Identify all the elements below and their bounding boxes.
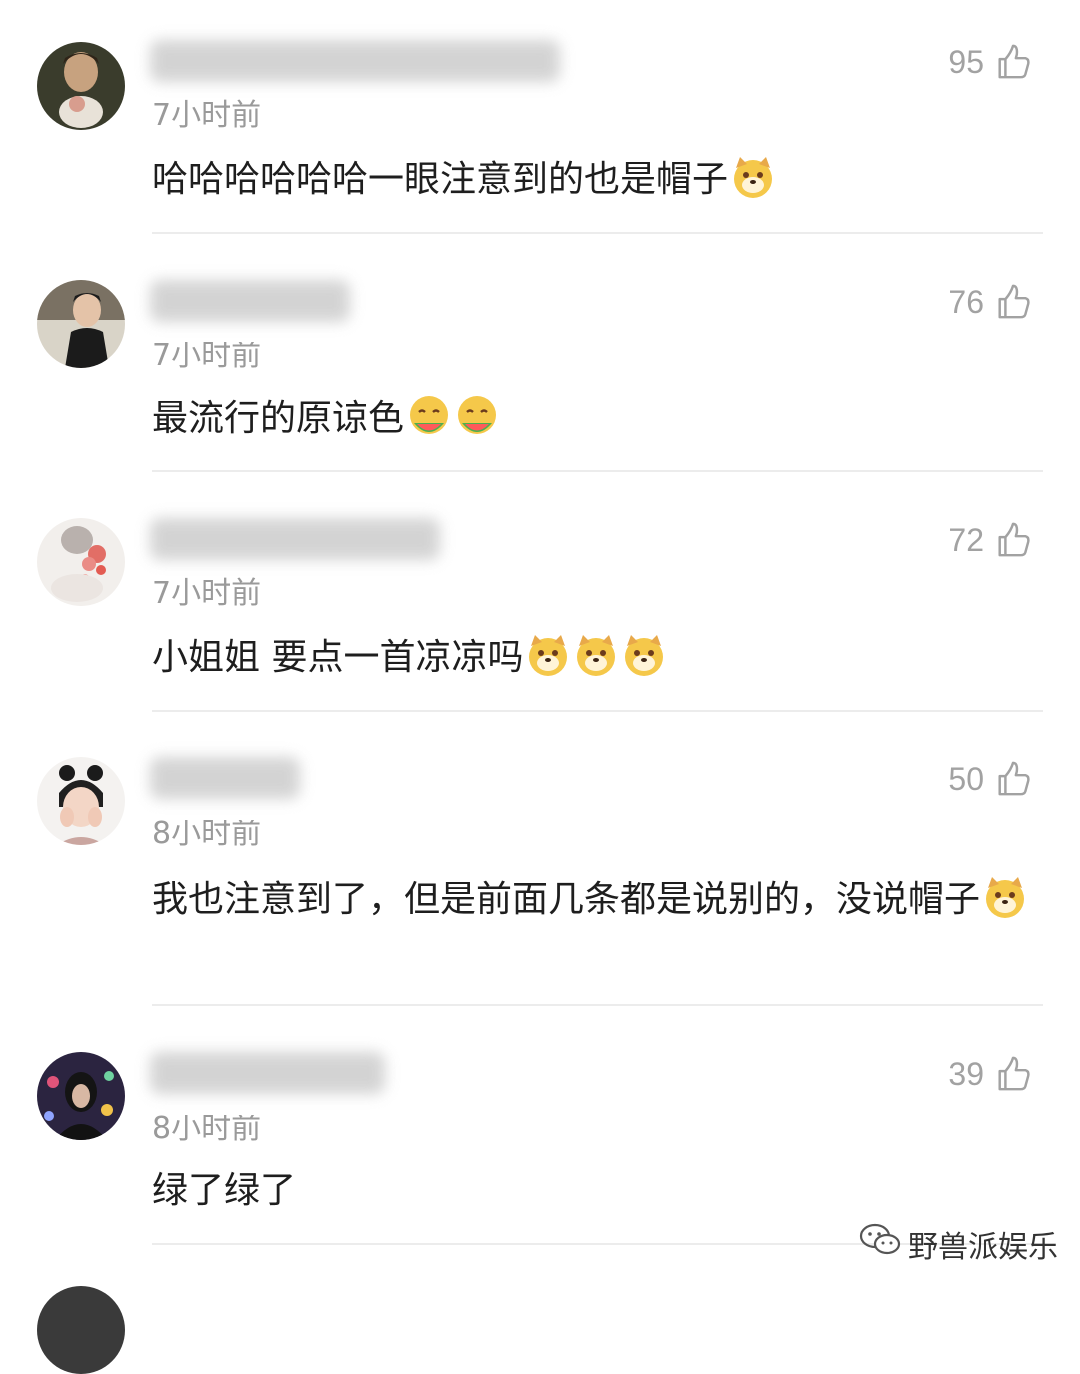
comment-body: 绿了绿了 <box>152 1170 297 1211</box>
divider <box>152 710 1043 712</box>
avatar[interactable] <box>37 280 125 368</box>
like-count: 39 <box>948 1055 984 1092</box>
like-control[interactable]: 39 <box>948 1052 1032 1096</box>
divider <box>152 470 1043 472</box>
wechat-icon <box>858 1222 908 1266</box>
comment-time: 7小时前 <box>152 338 262 373</box>
comment-time: 7小时前 <box>152 576 262 611</box>
username-blurred[interactable] <box>150 1052 385 1094</box>
like-control[interactable]: 72 <box>948 518 1032 562</box>
comment-body: 我也注意到了，但是前面几条都是说别的，没说帽子 <box>152 879 981 920</box>
comment-text: 小姐姐 要点一首凉凉吗 <box>152 632 1032 684</box>
like-count: 50 <box>948 760 984 797</box>
melon-eating-emoji <box>406 393 452 439</box>
comment-time: 8小时前 <box>152 1111 262 1146</box>
avatar[interactable] <box>37 1052 125 1140</box>
comment-text: 哈哈哈哈哈哈一眼注意到的也是帽子 <box>152 154 1032 206</box>
comment-body: 最流行的原谅色 <box>152 398 405 439</box>
comment-text: 绿了绿了 <box>152 1165 1032 1217</box>
doge-emoji <box>573 632 619 678</box>
watermark: 野兽派娱乐 <box>858 1222 1058 1266</box>
watermark-label: 野兽派娱乐 <box>908 1230 1058 1265</box>
comment-body: 哈哈哈哈哈哈一眼注意到的也是帽子 <box>152 159 729 200</box>
doge-emoji <box>982 874 1028 920</box>
avatar[interactable] <box>37 1286 125 1374</box>
doge-emoji <box>621 632 667 678</box>
like-count: 72 <box>948 521 984 558</box>
comment-text: 最流行的原谅色 <box>152 393 1032 445</box>
comment-body: 小姐姐 要点一首凉凉吗 <box>152 637 524 678</box>
username-blurred[interactable] <box>150 40 560 82</box>
thumbs-up-icon[interactable] <box>994 283 1032 321</box>
melon-eating-emoji <box>454 393 500 439</box>
avatar[interactable] <box>37 42 125 130</box>
doge-emoji <box>525 632 571 678</box>
like-count: 95 <box>948 43 984 80</box>
like-control[interactable]: 50 <box>948 757 1032 801</box>
thumbs-up-icon[interactable] <box>994 521 1032 559</box>
like-count: 76 <box>948 283 984 320</box>
avatar[interactable] <box>37 757 125 845</box>
thumbs-up-icon[interactable] <box>994 1055 1032 1093</box>
divider <box>152 1004 1043 1006</box>
thumbs-up-icon[interactable] <box>994 43 1032 81</box>
divider <box>152 232 1043 234</box>
comment-time: 8小时前 <box>152 816 262 851</box>
avatar[interactable] <box>37 518 125 606</box>
comment-time: 7小时前 <box>152 98 262 133</box>
thumbs-up-icon[interactable] <box>994 760 1032 798</box>
username-blurred[interactable] <box>150 757 300 799</box>
like-control[interactable]: 76 <box>948 280 1032 324</box>
comment-text: 我也注意到了，但是前面几条都是说别的，没说帽子 <box>152 874 1032 926</box>
doge-emoji <box>730 154 776 200</box>
like-control[interactable]: 95 <box>948 40 1032 84</box>
username-blurred[interactable] <box>150 518 440 560</box>
username-blurred[interactable] <box>150 280 350 322</box>
